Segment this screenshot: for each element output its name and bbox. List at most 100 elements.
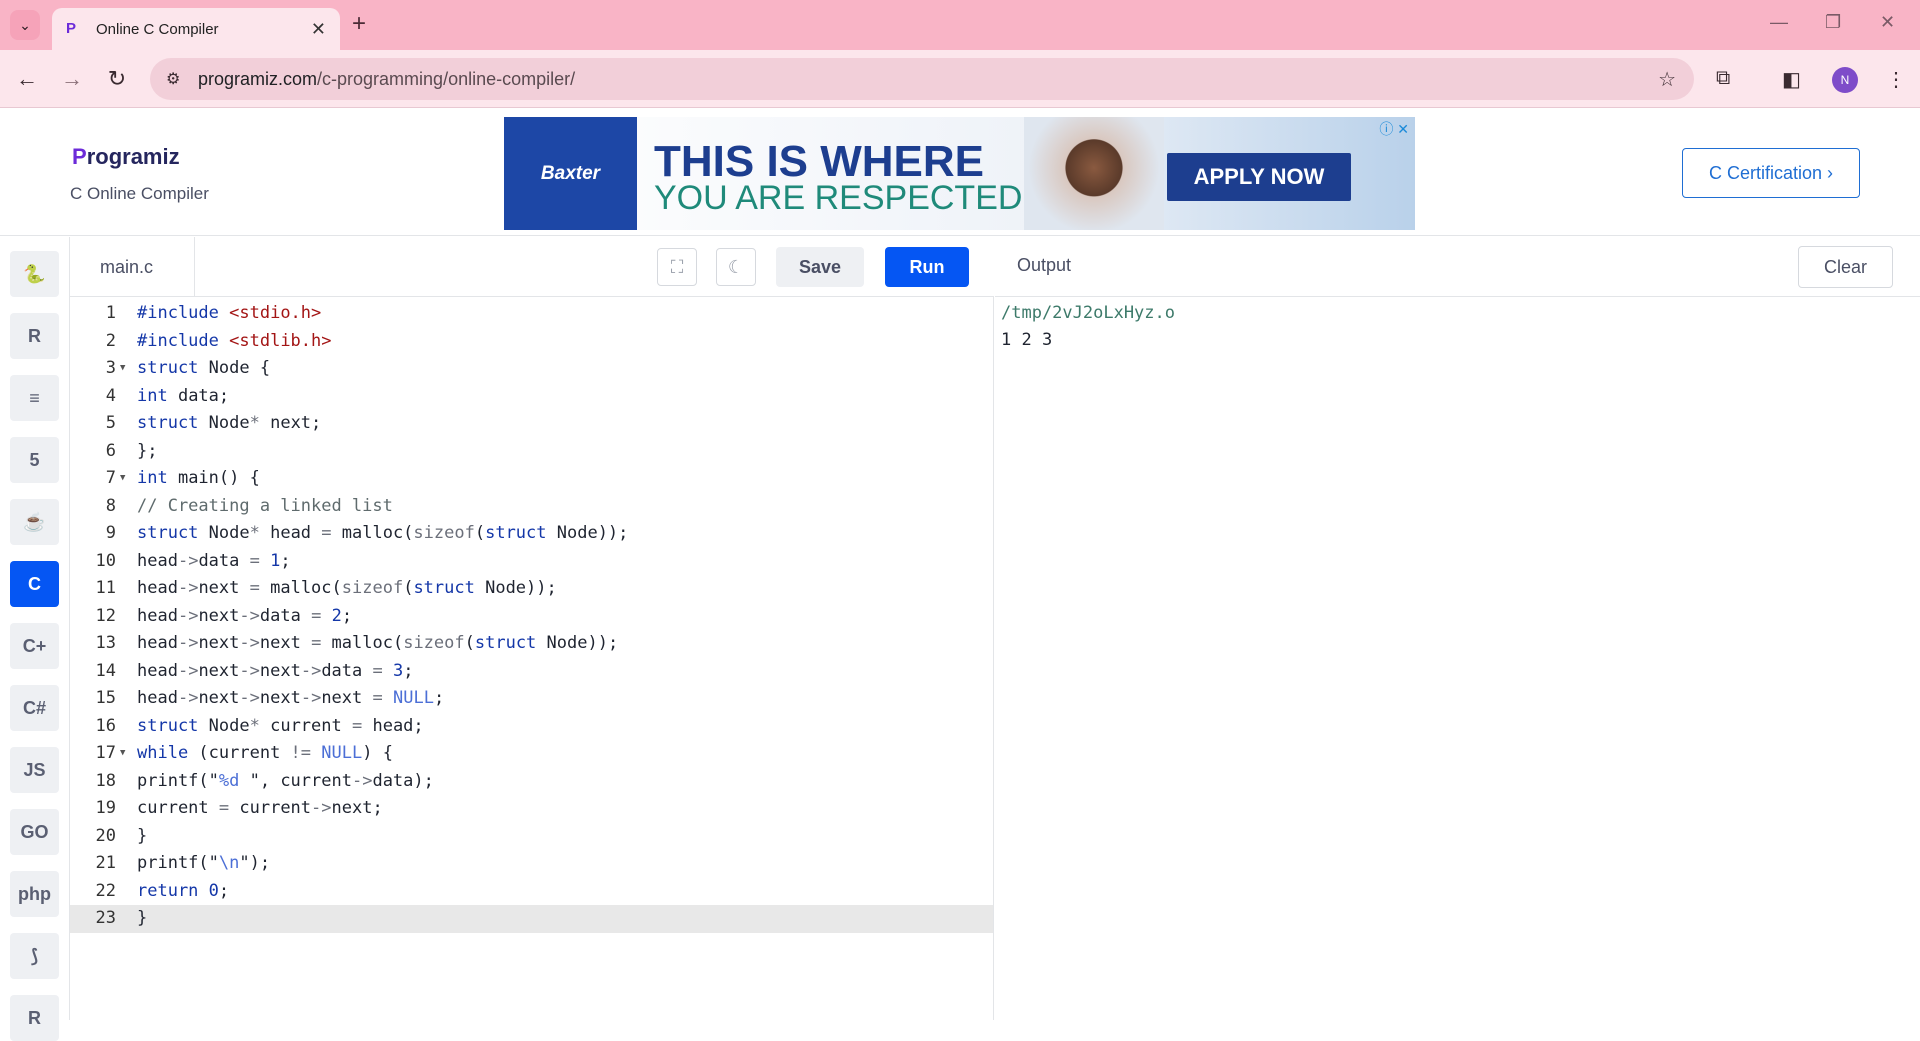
code-line[interactable]: 10 head->data = 1; (70, 548, 993, 576)
code-line[interactable]: 22 return 0; (70, 878, 993, 906)
code-text[interactable]: #include <stdlib.h> (137, 328, 332, 356)
code-line[interactable]: 3 ▼ struct Node { (70, 355, 993, 383)
tab-search-chevron-icon[interactable]: ⌄ (10, 10, 40, 40)
code-text[interactable]: }; (137, 438, 157, 466)
menu-icon[interactable]: ⋮ (1886, 67, 1906, 92)
code-text[interactable]: while (current != NULL) { (137, 740, 393, 768)
code-line[interactable]: 23} (70, 905, 993, 933)
code-text[interactable]: int data; (137, 383, 229, 411)
language-rust-icon[interactable]: R (10, 995, 59, 1041)
language-html-icon[interactable]: 5 (10, 437, 59, 483)
code-line[interactable]: 11 head->next = malloc(sizeof(struct Node… (70, 575, 993, 603)
address-bar[interactable]: ⚙ programiz.com/c-programming/online-com… (150, 58, 1694, 100)
language-cpp-icon[interactable]: C+ (10, 623, 59, 669)
code-text[interactable]: printf("\n"); (137, 850, 270, 878)
code-line[interactable]: 17 ▼ while (current != NULL) { (70, 740, 993, 768)
fullscreen-icon[interactable]: ⛶ (657, 248, 697, 286)
ad-apply-button[interactable]: APPLY NOW (1167, 153, 1351, 201)
fold-toggle-icon[interactable]: ▼ (120, 465, 125, 493)
line-number: 4 (105, 385, 116, 406)
output-label: Output (1017, 255, 1072, 275)
language-php-icon[interactable]: php (10, 871, 59, 917)
fold-toggle-icon[interactable]: ▼ (120, 355, 125, 383)
code-text[interactable]: #include <stdio.h> (137, 300, 321, 328)
code-text[interactable]: head->next->data = 2; (137, 603, 352, 631)
code-text[interactable]: // Creating a linked list (137, 493, 393, 521)
c-certification-button[interactable]: C Certification › (1682, 148, 1860, 198)
code-text[interactable]: struct Node { (137, 355, 270, 383)
code-text[interactable]: struct Node* head = malloc(sizeof(struct… (137, 520, 628, 548)
code-line[interactable]: 14 head->next->next->data = 3; (70, 658, 993, 686)
save-button[interactable]: Save (776, 247, 864, 287)
minimize-icon[interactable]: — (1770, 12, 1788, 33)
extensions-icon[interactable]: ⧉ (1716, 67, 1730, 90)
browser-tab[interactable]: P Online C Compiler ✕ (52, 8, 340, 50)
window-close-icon[interactable]: ✕ (1880, 12, 1895, 33)
code-text[interactable]: current = current->next; (137, 795, 383, 823)
url-text[interactable]: programiz.com/c-programming/online-compi… (198, 69, 575, 90)
language-swift-icon[interactable]: ⟆ (10, 933, 59, 979)
file-tab[interactable]: main.c (70, 237, 195, 297)
code-line[interactable]: 1 #include <stdio.h> (70, 300, 993, 328)
new-tab-icon[interactable]: + (352, 11, 366, 37)
code-line[interactable]: 18 printf("%d ", current->data); (70, 768, 993, 796)
reload-icon[interactable]: ↻ (102, 64, 132, 94)
code-line[interactable]: 21 printf("\n"); (70, 850, 993, 878)
code-line[interactable]: 15 head->next->next->next = NULL; (70, 685, 993, 713)
run-button[interactable]: Run (885, 247, 969, 287)
restore-icon[interactable]: ❐ (1825, 12, 1841, 33)
language-csharp-icon[interactable]: C# (10, 685, 59, 731)
forward-icon[interactable]: → (57, 64, 87, 94)
code-text[interactable]: struct Node* next; (137, 410, 321, 438)
dark-mode-icon[interactable]: ☾ (716, 248, 756, 286)
ad-brand: Baxter (504, 117, 637, 230)
code-text[interactable]: int main() { (137, 465, 260, 493)
profile-avatar[interactable]: N (1832, 67, 1858, 93)
language-go-icon[interactable]: GO (10, 809, 59, 855)
site-info-icon[interactable]: ⚙ (166, 69, 186, 89)
code-text[interactable]: head->data = 1; (137, 548, 291, 576)
code-text[interactable]: head->next->next->next = NULL; (137, 685, 444, 713)
code-line[interactable]: 16 struct Node* current = head; (70, 713, 993, 741)
code-editor[interactable]: 1 #include <stdio.h> 2 #include <stdlib.h> 3… (70, 297, 994, 1020)
code-line[interactable]: 13 head->next->next = malloc(sizeof(struc… (70, 630, 993, 658)
bookmark-star-icon[interactable]: ☆ (1658, 67, 1676, 92)
code-text[interactable]: head->next = malloc(sizeof(struct Node))… (137, 575, 557, 603)
side-panel-icon[interactable]: ◧ (1782, 67, 1801, 92)
code-text[interactable]: } (137, 823, 147, 851)
code-text[interactable]: head->next->next = malloc(sizeof(struct … (137, 630, 618, 658)
language-js-icon[interactable]: JS (10, 747, 59, 793)
language-c-icon[interactable]: C (10, 561, 59, 607)
language-sql-icon[interactable]: ≡ (10, 375, 59, 421)
language-java-icon[interactable]: ☕ (10, 499, 59, 545)
language-r-icon[interactable]: R (10, 313, 59, 359)
code-line[interactable]: 2 #include <stdlib.h> (70, 328, 993, 356)
language-python-icon[interactable]: 🐍 (10, 251, 59, 297)
code-text[interactable]: head->next->next->data = 3; (137, 658, 414, 686)
line-number: 1 (105, 303, 116, 323)
code-text[interactable]: printf("%d ", current->data); (137, 768, 434, 796)
code-line[interactable]: 20} (70, 823, 993, 851)
line-number: 18 (95, 770, 116, 791)
clear-button[interactable]: Clear (1798, 246, 1893, 288)
output-console[interactable]: /tmp/2vJ2oLxHyz.o 1 2 3 (995, 297, 1920, 1020)
code-line[interactable]: 6}; (70, 438, 993, 466)
code-text[interactable]: return 0; (137, 878, 229, 906)
code-line[interactable]: 9 struct Node* head = malloc(sizeof(struc… (70, 520, 993, 548)
code-text[interactable]: struct Node* current = head; (137, 713, 424, 741)
back-icon[interactable]: ← (12, 64, 42, 94)
code-line[interactable]: 5 struct Node* next; (70, 410, 993, 438)
code-line[interactable]: 19 current = current->next; (70, 795, 993, 823)
code-line[interactable]: 12 head->next->data = 2; (70, 603, 993, 631)
advertisement-banner[interactable]: Baxter THIS IS WHERE YOU ARE RESPECTED A… (504, 117, 1415, 230)
ad-close-icon[interactable]: ⓘ ✕ (1379, 119, 1409, 139)
code-line[interactable]: 8 // Creating a linked list (70, 493, 993, 521)
tab-close-icon[interactable]: ✕ (311, 19, 326, 40)
code-text[interactable]: } (137, 905, 147, 933)
line-number: 12 (95, 605, 116, 626)
code-line[interactable]: 7 ▼ int main() { (70, 465, 993, 493)
code-line[interactable]: 4 int data; (70, 383, 993, 411)
page-header: Programiz C Online Compiler Baxter THIS … (0, 108, 1920, 236)
programiz-logo[interactable]: Programiz (72, 144, 180, 170)
fold-toggle-icon[interactable]: ▼ (120, 740, 125, 768)
